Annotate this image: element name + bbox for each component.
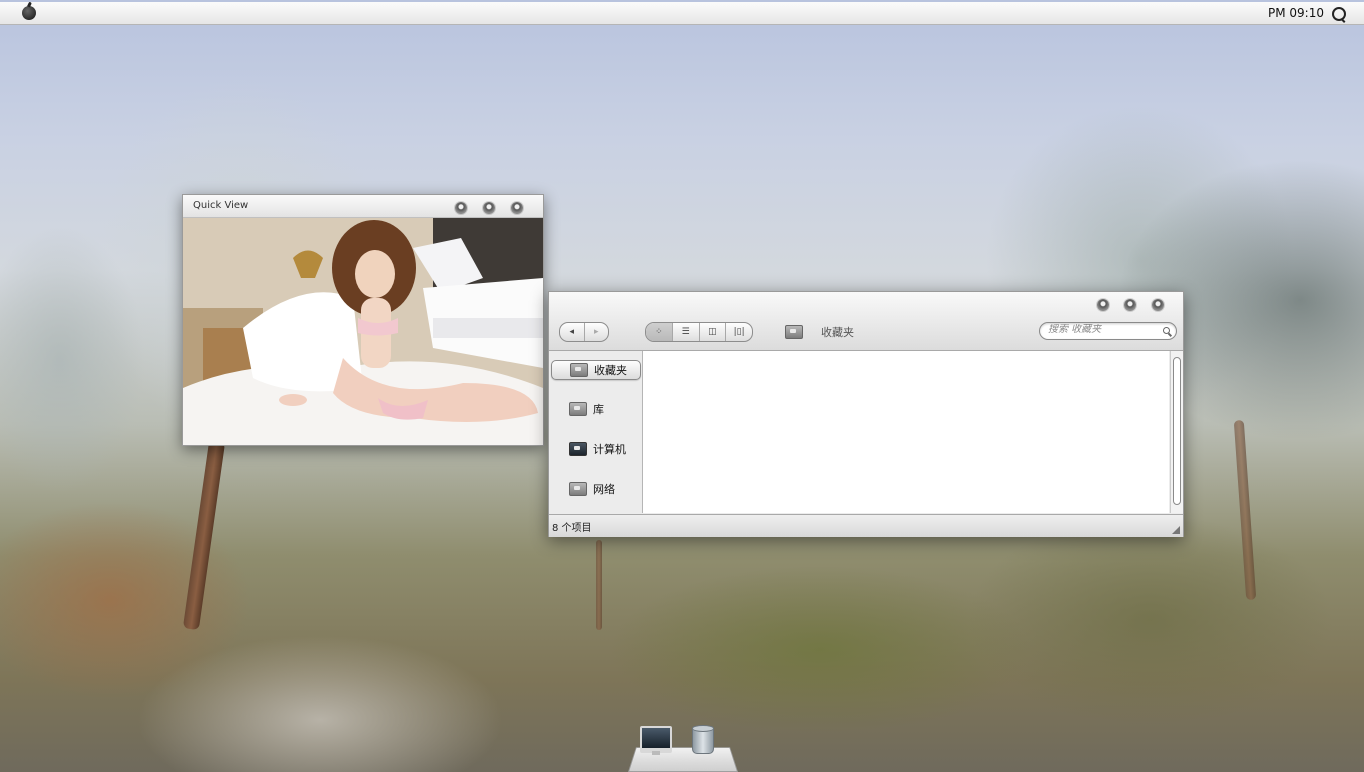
- finder-window: ◂ ▸ ⁘ ☰ ◫ |▯| 收藏夹 搜索 收藏夹 收藏夹 库 计算机 网络 8 …: [548, 291, 1184, 537]
- path-label[interactable]: 收藏夹: [821, 324, 854, 340]
- scrollbar-thumb[interactable]: [1173, 357, 1181, 505]
- wallpaper-tree-trunk: [182, 439, 226, 631]
- finder-status-bar: 8 个项目: [549, 514, 1183, 537]
- finder-sidebar: 收藏夹 库 计算机 网络: [549, 351, 643, 513]
- vertical-scrollbar[interactable]: [1170, 351, 1183, 513]
- close-button[interactable]: [455, 202, 467, 214]
- search-input[interactable]: [1048, 324, 1158, 335]
- search-field[interactable]: [1039, 322, 1177, 340]
- back-button[interactable]: ◂: [560, 323, 585, 341]
- minimize-button[interactable]: [1124, 299, 1136, 311]
- finder-toolbar: ◂ ▸ ⁘ ☰ ◫ |▯| 收藏夹: [549, 292, 1183, 351]
- menubar-clock[interactable]: PM 09:10: [1268, 6, 1324, 20]
- computer-icon: [569, 442, 587, 456]
- forward-button[interactable]: ▸: [585, 323, 609, 341]
- column-view-button[interactable]: ◫: [700, 323, 727, 341]
- sidebar-item-label: 网络: [593, 483, 615, 496]
- chevron-right-icon: ▸: [593, 327, 599, 337]
- quick-view-preview-image: [183, 218, 543, 445]
- spotlight-search-icon[interactable]: [1332, 7, 1346, 21]
- wallpaper-tree-trunk: [596, 540, 602, 630]
- coverflow-view-button[interactable]: |▯|: [726, 323, 752, 341]
- sidebar-item-label: 库: [593, 403, 604, 416]
- item-count-label: 8 个项目: [552, 523, 592, 534]
- resize-grip-icon[interactable]: [1172, 526, 1180, 534]
- sidebar-item-library[interactable]: 库: [551, 400, 639, 418]
- minimize-button[interactable]: [483, 202, 495, 214]
- menu-bar: PM 09:10: [0, 2, 1364, 25]
- list-view-button[interactable]: ☰: [673, 323, 700, 341]
- view-mode-control: ⁘ ☰ ◫ |▯|: [645, 322, 753, 342]
- dock: [628, 724, 738, 772]
- apple-logo-icon[interactable]: [22, 6, 36, 20]
- sidebar-item-label: 计算机: [593, 443, 626, 456]
- coverflow-view-icon: |▯|: [733, 327, 745, 337]
- search-icon: [1163, 327, 1170, 334]
- sidebar-item-network[interactable]: 网络: [551, 480, 639, 498]
- icon-view-icon: ⁘: [655, 327, 663, 337]
- zoom-button[interactable]: [1152, 299, 1164, 311]
- library-folder-icon: [569, 402, 587, 416]
- preview-photo: [183, 218, 543, 445]
- trash-icon[interactable]: [692, 725, 714, 754]
- imac-icon[interactable]: [640, 726, 672, 755]
- favorites-folder-icon: [785, 325, 803, 339]
- back-forward-control: ◂ ▸: [559, 322, 609, 342]
- favorites-folder-icon: [570, 363, 588, 377]
- list-view-icon: ☰: [681, 327, 690, 337]
- sidebar-item-computer[interactable]: 计算机: [551, 440, 639, 458]
- wallpaper-tree-trunk: [1233, 419, 1257, 601]
- zoom-button[interactable]: [511, 202, 523, 214]
- sidebar-item-favorites[interactable]: 收藏夹: [551, 360, 641, 380]
- sidebar-item-label: 收藏夹: [594, 364, 627, 377]
- quick-view-titlebar[interactable]: Quick View: [183, 195, 543, 218]
- finder-content-area[interactable]: [643, 351, 1169, 513]
- close-button[interactable]: [1097, 299, 1109, 311]
- chevron-left-icon: ◂: [569, 327, 575, 337]
- column-view-icon: ◫: [708, 327, 717, 337]
- network-folder-icon: [569, 482, 587, 496]
- quick-view-title: Quick View: [193, 200, 249, 211]
- icon-view-button[interactable]: ⁘: [646, 323, 673, 341]
- quick-view-window: Quick View: [182, 194, 544, 446]
